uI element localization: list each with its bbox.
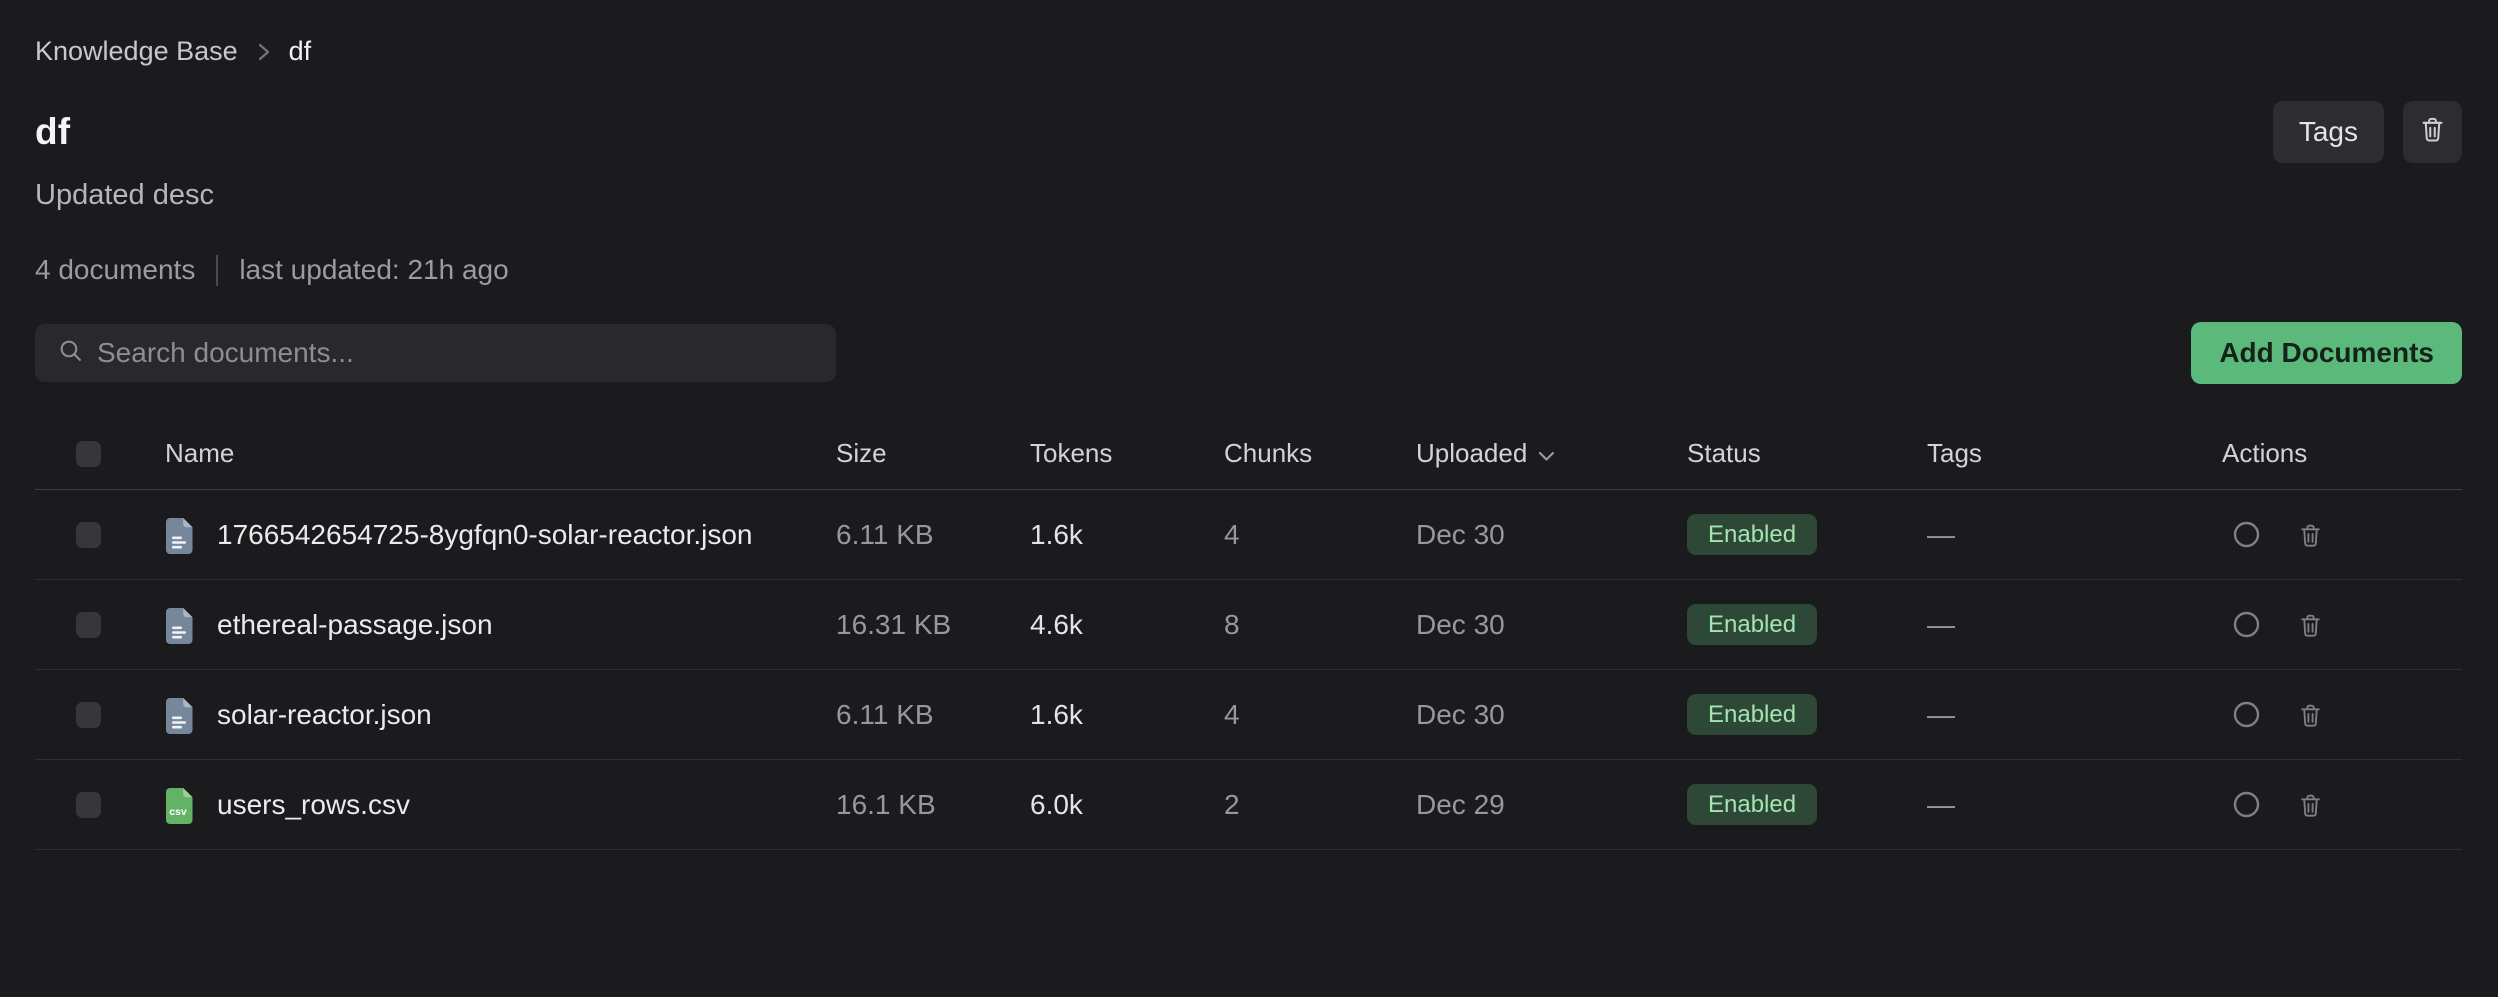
column-header-name[interactable]: Name bbox=[165, 438, 836, 469]
table-row[interactable]: csv ethereal-passage.json 16.31 KB 4.6k … bbox=[35, 580, 2462, 670]
document-uploaded: Dec 30 bbox=[1416, 699, 1687, 731]
knowledge-base-detail-page: Knowledge Base df df Tags Updated desc 4… bbox=[0, 36, 2498, 850]
document-tags: — bbox=[1927, 609, 2222, 641]
csv-file-icon: csv bbox=[165, 787, 193, 825]
column-header-tokens[interactable]: Tokens bbox=[1030, 438, 1224, 469]
svg-text:csv: csv bbox=[169, 806, 187, 818]
status-circle-icon[interactable] bbox=[2233, 701, 2260, 728]
document-uploaded: Dec 29 bbox=[1416, 789, 1687, 821]
document-chunks: 2 bbox=[1224, 789, 1416, 821]
column-header-actions: Actions bbox=[2222, 438, 2462, 469]
breadcrumb-current: df bbox=[289, 36, 312, 67]
status-badge: Enabled bbox=[1687, 604, 1817, 645]
breadcrumb: Knowledge Base df bbox=[35, 36, 2462, 67]
row-checkbox[interactable] bbox=[76, 522, 101, 548]
uploaded-label: Uploaded bbox=[1416, 438, 1527, 469]
tags-button[interactable]: Tags bbox=[2273, 101, 2384, 163]
title-actions: Tags bbox=[2273, 101, 2462, 163]
column-header-chunks[interactable]: Chunks bbox=[1224, 438, 1416, 469]
search-box[interactable] bbox=[35, 324, 836, 382]
table-row[interactable]: csv 1766542654725-8ygfqn0-solar-reactor.… bbox=[35, 490, 2462, 580]
select-all-checkbox[interactable] bbox=[76, 441, 101, 467]
document-chunks: 4 bbox=[1224, 519, 1416, 551]
chevron-right-icon bbox=[256, 40, 271, 64]
document-size: 6.11 KB bbox=[836, 699, 1030, 731]
document-tokens: 1.6k bbox=[1030, 519, 1224, 551]
document-uploaded: Dec 30 bbox=[1416, 609, 1687, 641]
add-documents-button[interactable]: Add Documents bbox=[2191, 322, 2462, 384]
search-documents-input[interactable] bbox=[97, 324, 836, 382]
column-header-status[interactable]: Status bbox=[1687, 438, 1927, 469]
meta-divider bbox=[216, 255, 218, 286]
document-tokens: 6.0k bbox=[1030, 789, 1224, 821]
delete-document-icon[interactable] bbox=[2298, 702, 2323, 728]
document-tags: — bbox=[1927, 789, 2222, 821]
status-badge: Enabled bbox=[1687, 694, 1817, 735]
status-badge: Enabled bbox=[1687, 514, 1817, 555]
delete-knowledge-base-button[interactable] bbox=[2403, 101, 2462, 163]
row-checkbox[interactable] bbox=[76, 702, 101, 728]
json-file-icon bbox=[165, 697, 193, 735]
document-tags: — bbox=[1927, 699, 2222, 731]
document-name: ethereal-passage.json bbox=[217, 609, 493, 641]
document-size: 16.1 KB bbox=[836, 789, 1030, 821]
document-name: users_rows.csv bbox=[217, 789, 410, 821]
documents-toolbar: Add Documents bbox=[35, 322, 2462, 384]
row-checkbox[interactable] bbox=[76, 612, 101, 638]
kb-description: Updated desc bbox=[35, 179, 2462, 212]
column-header-uploaded[interactable]: Uploaded bbox=[1416, 438, 1687, 469]
table-body: csv 1766542654725-8ygfqn0-solar-reactor.… bbox=[35, 490, 2462, 850]
document-chunks: 4 bbox=[1224, 699, 1416, 731]
document-uploaded: Dec 30 bbox=[1416, 519, 1687, 551]
document-size: 16.31 KB bbox=[836, 609, 1030, 641]
row-checkbox[interactable] bbox=[76, 792, 101, 818]
documents-table: Name Size Tokens Chunks Uploaded Status … bbox=[35, 418, 2462, 850]
document-size: 6.11 KB bbox=[836, 519, 1030, 551]
delete-document-icon[interactable] bbox=[2298, 792, 2323, 818]
document-name: solar-reactor.json bbox=[217, 699, 432, 731]
column-header-tags[interactable]: Tags bbox=[1927, 438, 2222, 469]
document-chunks: 8 bbox=[1224, 609, 1416, 641]
search-icon bbox=[58, 338, 83, 368]
json-file-icon bbox=[165, 517, 193, 555]
delete-document-icon[interactable] bbox=[2298, 612, 2323, 638]
delete-document-icon[interactable] bbox=[2298, 522, 2323, 548]
trash-icon bbox=[2419, 115, 2446, 150]
breadcrumb-knowledge-base-link[interactable]: Knowledge Base bbox=[35, 36, 238, 67]
title-row: df Tags bbox=[35, 101, 2462, 163]
kb-meta: 4 documents last updated: 21h ago bbox=[35, 254, 2462, 286]
json-file-icon bbox=[165, 607, 193, 645]
document-tags: — bbox=[1927, 519, 2222, 551]
document-count: 4 documents bbox=[35, 254, 195, 286]
document-tokens: 1.6k bbox=[1030, 699, 1224, 731]
last-updated: last updated: 21h ago bbox=[239, 254, 508, 286]
document-tokens: 4.6k bbox=[1030, 609, 1224, 641]
status-circle-icon[interactable] bbox=[2233, 521, 2260, 548]
chevron-down-icon bbox=[1538, 438, 1555, 469]
table-row[interactable]: csv users_rows.csv 16.1 KB 6.0k 2 Dec 29… bbox=[35, 760, 2462, 850]
page-title: df bbox=[35, 111, 70, 153]
status-circle-icon[interactable] bbox=[2233, 791, 2260, 818]
document-name: 1766542654725-8ygfqn0-solar-reactor.json bbox=[217, 519, 753, 551]
table-header-row: Name Size Tokens Chunks Uploaded Status … bbox=[35, 418, 2462, 490]
status-circle-icon[interactable] bbox=[2233, 611, 2260, 638]
column-header-size[interactable]: Size bbox=[836, 438, 1030, 469]
table-row[interactable]: csv solar-reactor.json 6.11 KB 1.6k 4 De… bbox=[35, 670, 2462, 760]
status-badge: Enabled bbox=[1687, 784, 1817, 825]
